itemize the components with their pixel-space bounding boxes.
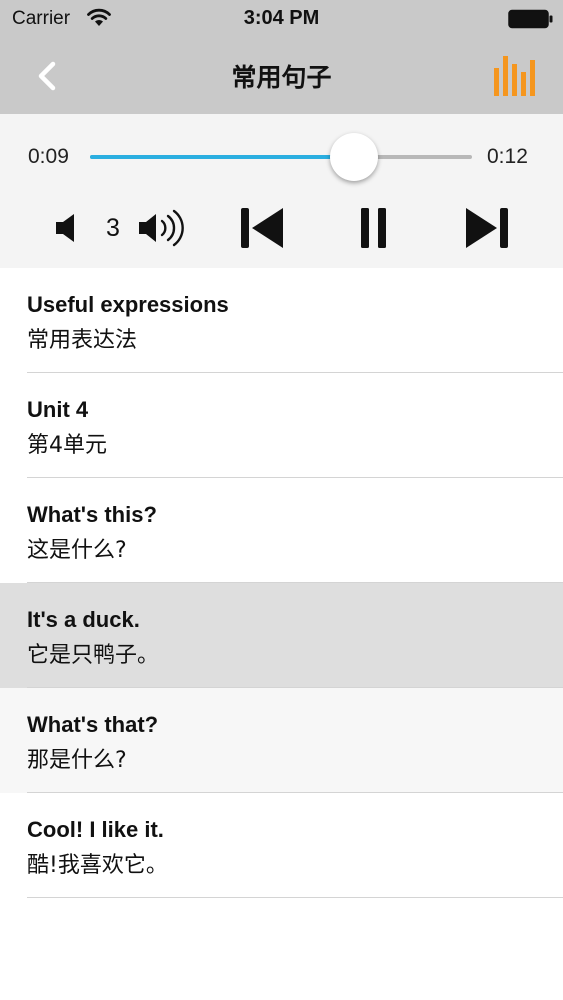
sentence-list: Useful expressions 常用表达法 Unit 4 第4单元 Wha… (0, 268, 563, 898)
volume-level: 3 (106, 214, 120, 242)
pause-button[interactable] (354, 206, 394, 250)
sentence-english: What's this? (27, 502, 157, 527)
previous-track-button[interactable] (240, 206, 286, 250)
total-time: 0:12 (487, 145, 528, 168)
equalizer-icon (494, 56, 535, 96)
pause-icon (361, 208, 386, 248)
sentence-chinese: 第4单元 (27, 433, 107, 458)
sentence-item[interactable]: What's that? 那是什么? (0, 688, 563, 793)
skip-previous-icon (241, 208, 283, 248)
sentence-chinese: 那是什么? (27, 748, 127, 773)
speaker-loud-icon (139, 209, 184, 247)
skip-next-icon (466, 208, 508, 248)
equalizer-button[interactable] (492, 54, 538, 98)
status-bar: Carrier 3:04 PM (0, 0, 563, 40)
sentence-chinese: 它是只鸭子。 (27, 643, 160, 668)
progress-slider[interactable] (90, 133, 472, 181)
sentence-english: It's a duck. (27, 607, 140, 632)
battery-icon (508, 9, 554, 29)
volume-down-button[interactable] (52, 210, 82, 246)
speaker-icon (56, 214, 74, 242)
sentence-chinese: 酷!我喜欢它。 (27, 853, 168, 878)
sentence-item[interactable]: Cool! I like it. 酷!我喜欢它。 (0, 793, 563, 898)
progress-thumb[interactable] (329, 133, 378, 181)
audio-player: 0:09 0:12 3 (0, 114, 563, 268)
next-track-button[interactable] (463, 206, 509, 250)
current-time: 0:09 (28, 145, 69, 168)
sentence-english: Useful expressions (27, 292, 229, 317)
sentence-english: Cool! I like it. (27, 817, 164, 842)
sentence-english: What's that? (27, 712, 159, 737)
sentence-chinese: 这是什么? (27, 538, 127, 563)
sentence-english: Unit 4 (27, 397, 89, 422)
progress-fill (90, 155, 354, 159)
playback-controls: 3 (0, 202, 563, 254)
sentence-item[interactable]: Unit 4 第4单元 (0, 373, 563, 478)
sentence-item[interactable]: What's this? 这是什么? (0, 478, 563, 583)
sentence-chinese: 常用表达法 (27, 328, 138, 353)
sentence-item[interactable]: It's a duck. 它是只鸭子。 (0, 583, 563, 688)
navigation-bar: 常用句子 (0, 40, 563, 114)
sentence-item[interactable]: Useful expressions 常用表达法 (0, 268, 563, 373)
page-title: 常用句子 (231, 63, 332, 92)
status-time: 3:04 PM (243, 7, 320, 29)
volume-up-button[interactable] (137, 206, 191, 250)
